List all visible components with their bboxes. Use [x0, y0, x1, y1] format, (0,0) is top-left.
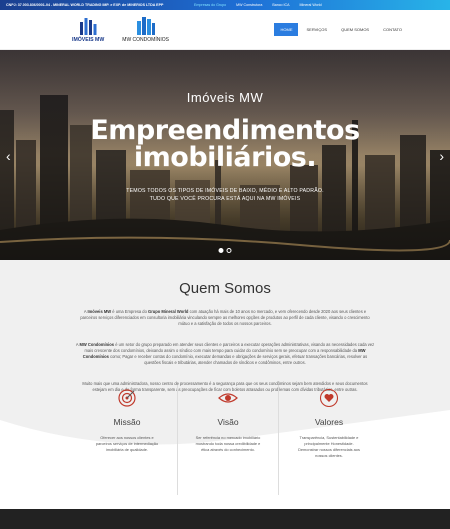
- about-paragraph-2: A MW Condomínios é um setor do grupo pre…: [75, 342, 375, 365]
- values-cards: Missão Oferecer aos nossos clientes e pa…: [77, 385, 379, 495]
- card-valores: Valores Transparência, Sustentabilidade …: [278, 385, 379, 495]
- hero-slider: Imóveis MW Empreendimentos imobiliários.…: [0, 50, 450, 260]
- hero-content: Imóveis MW Empreendimentos imobiliários.…: [0, 90, 450, 203]
- top-info-bar: CNPJ: 37.003.836/0001-04 - MINERAL WORLD…: [0, 0, 450, 10]
- buildings-logo-icon: [136, 17, 155, 35]
- card-title: Missão: [113, 417, 141, 427]
- hero-title-line-2: imobiliários.: [133, 142, 317, 173]
- card-visao: Visão Ser referência no mercado imobiliá…: [177, 385, 278, 495]
- hero-subtitle-line-1: TEMOS TODOS OS TIPOS DE IMÓVEIS DE BAIXO…: [126, 188, 324, 194]
- nav-servicos[interactable]: SERVIÇOS: [300, 23, 333, 36]
- main-navbar: IMÓVEIS MW MW CONDOMÍNIOS HOME SERVIÇOS …: [0, 10, 450, 50]
- about-paragraph-1: A Imóveis MW é uma Empresa do Grupo Mine…: [80, 309, 370, 326]
- nav-quem-somos[interactable]: QUEM SOMOS: [335, 23, 375, 36]
- nav-home[interactable]: HOME: [274, 23, 299, 36]
- nav-contato[interactable]: CONTATO: [377, 23, 408, 36]
- company-registration: CNPJ: 37.003.836/0001-04 - MINERAL WORLD…: [6, 3, 164, 7]
- group-link-mineral[interactable]: Mineral World: [300, 3, 322, 7]
- hero-subtitle: TEMOS TODOS OS TIPOS DE IMÓVEIS DE BAIXO…: [0, 187, 450, 203]
- card-text: Oferecer aos nossos clientes e parceiros…: [95, 435, 159, 452]
- nav-menu: HOME SERVIÇOS QUEM SOMOS CONTATO: [274, 23, 408, 36]
- slider-next-icon[interactable]: ›: [439, 148, 444, 164]
- group-link-construtora[interactable]: MW Construtora: [236, 3, 262, 7]
- card-title: Valores: [314, 417, 344, 427]
- card-text: Transparência, Sustentabilidade e princi…: [298, 435, 360, 458]
- about-section: Quem Somos A Imóveis MW é uma Empresa do…: [0, 260, 450, 520]
- card-title: Visão: [217, 417, 239, 427]
- hero-title-line-1: Empreendimentos: [90, 115, 360, 146]
- logo-mw-condominios[interactable]: MW CONDOMÍNIOS: [122, 16, 169, 43]
- logo-imoveis-mw[interactable]: IMÓVEIS MW: [72, 16, 104, 43]
- card-missao: Missão Oferecer aos nossos clientes e pa…: [77, 385, 177, 495]
- footer-bar: [0, 509, 450, 529]
- logo-label: IMÓVEIS MW: [72, 37, 105, 43]
- building-logo-icon: [80, 18, 97, 35]
- slider-dots: [218, 248, 232, 253]
- target-icon: [118, 389, 136, 407]
- slider-prev-icon[interactable]: ‹: [6, 148, 11, 164]
- section-title: Quem Somos: [179, 280, 271, 297]
- hero-subtitle-line-2: TUDO QUE VOCÊ PROCURA ESTÁ AQUI NA MW IM…: [149, 196, 301, 202]
- slider-dot-2[interactable]: [226, 248, 232, 253]
- eye-icon: [218, 393, 238, 403]
- slider-dot-1[interactable]: [218, 248, 224, 253]
- group-links: Empresas do Grupo MW Construtora Banco I…: [194, 3, 322, 7]
- hero-kicker: Imóveis MW: [186, 90, 264, 105]
- group-link-banco[interactable]: Banco ICA: [272, 3, 289, 7]
- group-link-empresas[interactable]: Empresas do Grupo: [194, 3, 226, 7]
- heart-hands-icon: [319, 388, 339, 408]
- logo-label: MW CONDOMÍNIOS: [122, 37, 169, 43]
- card-text: Ser referência no mercado imobiliário mo…: [195, 435, 261, 452]
- hero-title: Empreendimentos imobiliários.: [0, 117, 450, 171]
